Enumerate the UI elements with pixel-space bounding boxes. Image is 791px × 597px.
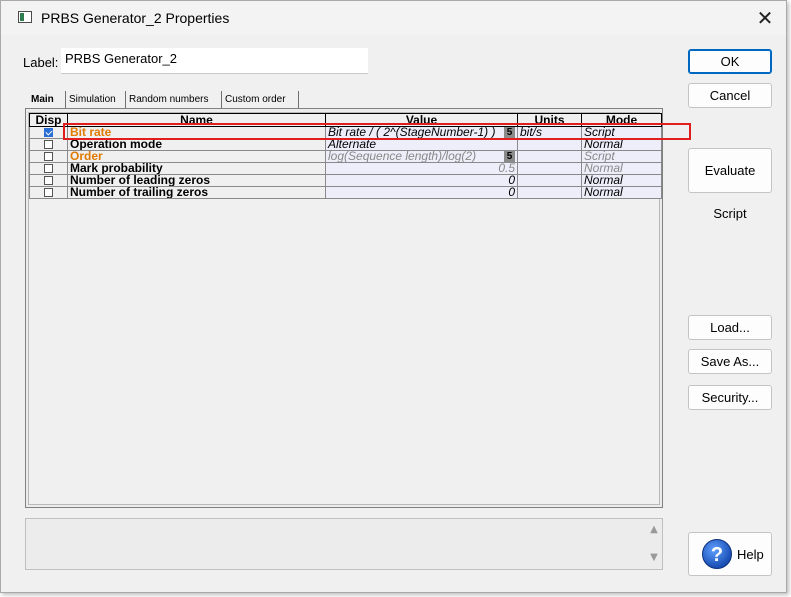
param-name: Operation mode	[67, 138, 326, 151]
help-label: Help	[737, 547, 764, 562]
window-title: PRBS Generator_2 Properties	[41, 10, 230, 26]
title-bar: PRBS Generator_2 Properties ✕	[1, 1, 786, 35]
param-value[interactable]: 5 log(Sequence length)/log(2)	[325, 150, 518, 163]
param-value[interactable]: 0.5	[325, 162, 518, 175]
properties-dialog: PRBS Generator_2 Properties ✕ Label: PRB…	[0, 0, 787, 593]
param-mode[interactable]: Normal	[581, 162, 662, 175]
ok-button[interactable]: OK	[688, 49, 772, 74]
scroll-down-icon[interactable]: ▼	[647, 552, 661, 564]
table-row[interactable]: Mark probability 0.5 Normal	[29, 162, 662, 175]
disp-cell[interactable]	[29, 150, 68, 163]
param-value-text: log(Sequence length)/log(2)	[328, 150, 477, 163]
param-name: Number of trailing zeros	[67, 186, 326, 199]
param-units[interactable]	[517, 174, 582, 187]
param-units[interactable]	[517, 138, 582, 151]
param-value[interactable]: 0	[325, 174, 518, 187]
disp-cell[interactable]	[29, 174, 68, 187]
parameter-grid-panel: Disp Name Value Units Mode Bit rate 5 Bit…	[25, 108, 663, 508]
tab-random-numbers[interactable]: Random numbers	[126, 91, 222, 108]
param-name: Mark probability	[67, 162, 326, 175]
label-input[interactable]: PRBS Generator_2	[61, 48, 368, 74]
description-pane	[25, 518, 663, 570]
table-row[interactable]: Order 5 log(Sequence length)/log(2) Scrip…	[29, 150, 662, 163]
tab-simulation[interactable]: Simulation	[66, 91, 126, 108]
label-caption: Label:	[23, 55, 59, 70]
highlight-box	[63, 123, 691, 140]
disp-checkbox[interactable]	[44, 188, 53, 197]
disp-checkbox[interactable]	[44, 128, 53, 137]
param-value[interactable]: 0	[325, 186, 518, 199]
param-mode[interactable]: Normal	[581, 186, 662, 199]
disp-checkbox[interactable]	[44, 164, 53, 173]
param-mode[interactable]: Normal	[581, 138, 662, 151]
disp-cell[interactable]	[29, 186, 68, 199]
security-button[interactable]: Security...	[688, 385, 772, 410]
save-as-button[interactable]: Save As...	[688, 349, 772, 374]
param-name: Number of leading zeros	[67, 174, 326, 187]
disp-checkbox[interactable]	[44, 176, 53, 185]
help-icon: ?	[702, 539, 732, 569]
disp-cell[interactable]	[29, 162, 68, 175]
param-mode[interactable]: Normal	[581, 174, 662, 187]
cancel-button[interactable]: Cancel	[688, 83, 772, 108]
tab-custom-order[interactable]: Custom order	[222, 91, 299, 108]
parameter-grid: Disp Name Value Units Mode Bit rate 5 Bit…	[28, 112, 662, 505]
scroll-up-icon[interactable]: ▲	[647, 524, 661, 536]
disp-checkbox[interactable]	[44, 140, 53, 149]
param-units[interactable]	[517, 186, 582, 199]
disp-cell[interactable]	[29, 138, 68, 151]
param-units[interactable]	[517, 150, 582, 163]
param-value[interactable]: Alternate	[325, 138, 518, 151]
app-icon	[18, 11, 32, 23]
close-icon[interactable]: ✕	[751, 5, 779, 31]
tab-main[interactable]: Main	[28, 91, 66, 108]
param-name: Order	[67, 150, 326, 163]
disp-checkbox[interactable]	[44, 152, 53, 161]
param-units[interactable]	[517, 162, 582, 175]
param-mode[interactable]: Script	[581, 150, 662, 163]
evaluate-script-button[interactable]: Evaluate Script	[688, 148, 772, 221]
load-button[interactable]: Load...	[688, 315, 772, 340]
script-badge-icon[interactable]: 5	[504, 151, 515, 162]
help-button[interactable]: ? Help	[688, 532, 772, 576]
table-row[interactable]: Number of leading zeros 0 Normal	[29, 174, 662, 187]
header-disp[interactable]: Disp	[29, 113, 68, 127]
disp-cell[interactable]	[29, 126, 68, 139]
table-row[interactable]: Number of trailing zeros 0 Normal	[29, 186, 662, 199]
table-row[interactable]: Operation mode Alternate Normal	[29, 138, 662, 151]
